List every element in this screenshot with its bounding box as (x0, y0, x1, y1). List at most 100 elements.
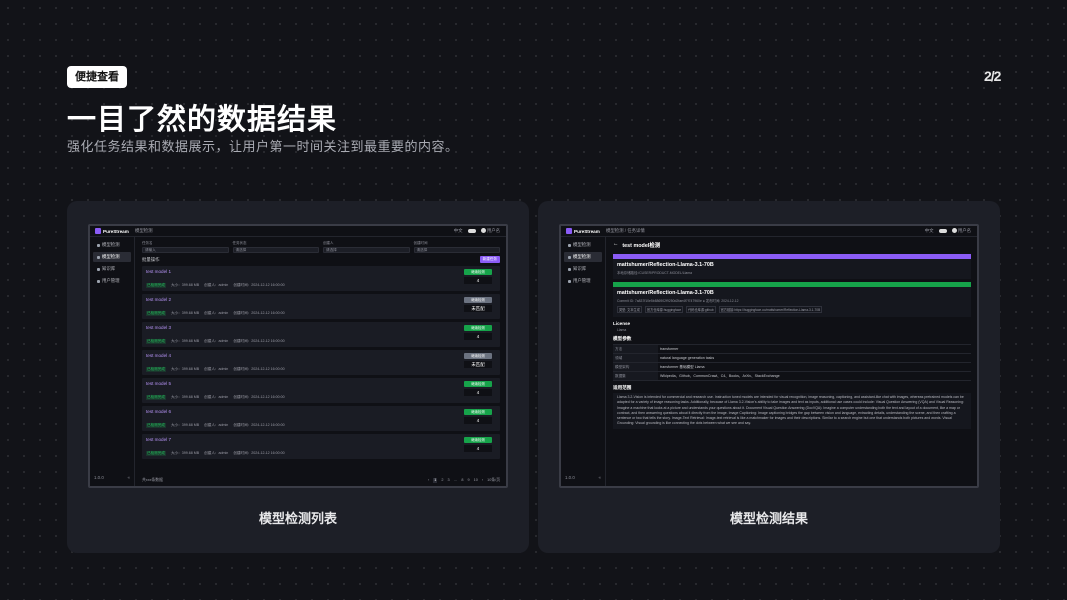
user-menu[interactable]: 用户名 (951, 228, 971, 234)
task-row[interactable]: test model 1 已检测完成 大小：399.68 MB 创建人：admin 创建… (142, 266, 500, 291)
task-row[interactable]: test model 7 已检测完成 大小：399.68 MB 创建人：admin 创建… (142, 434, 500, 459)
task-name[interactable]: test model 2 (146, 297, 496, 302)
book-icon (97, 267, 100, 271)
collapse-icon[interactable]: « (128, 475, 130, 480)
continue-button[interactable]: 继续检测 (464, 437, 492, 443)
prev-page-icon[interactable]: ‹ (428, 478, 429, 483)
continue-button[interactable]: 继续检测 (464, 381, 492, 387)
lang-switch[interactable]: 中文 (454, 228, 463, 234)
continue-button[interactable]: 继续检测 (464, 409, 492, 415)
sidebar: 模型检测 模型检测 知识库 用户管理 1.0.0 « (561, 237, 606, 486)
task-row[interactable]: test model 4 已检测完成 大小：399.68 MB 创建人：admin 创建… (142, 350, 500, 375)
match-count: 4 (464, 389, 492, 396)
task-name[interactable]: test model 3 (146, 325, 496, 330)
sidebar-item-users[interactable]: 用户管理 (564, 276, 602, 286)
logo-icon (95, 228, 101, 234)
page-number[interactable]: 1 (433, 478, 438, 483)
user-icon (97, 279, 100, 283)
task-creator: 创建人：admin (204, 283, 229, 287)
task-name[interactable]: test model 4 (146, 353, 496, 358)
user-menu[interactable]: 用户名 (480, 228, 500, 234)
filter-creator[interactable]: 创建人 请选择 (323, 241, 410, 253)
page-number[interactable]: 3 (447, 478, 449, 483)
task-size: 大小：399.68 MB (170, 451, 200, 455)
task-creator: 创建人：admin (204, 451, 229, 455)
task-time: 创建时间：2024-12-12 16:00:00 (233, 339, 285, 343)
match-count: 4 (464, 445, 492, 452)
task-creator: 创建人：admin (204, 395, 229, 399)
version: 1.0.0 (94, 475, 104, 480)
task-creator: 创建人：admin (204, 311, 229, 315)
sidebar-item-detect[interactable]: 模型检测 (564, 240, 602, 250)
match-count: 4 (464, 277, 492, 284)
task-row[interactable]: test model 5 已检测完成 大小：399.68 MB 创建人：admin 创建… (142, 378, 500, 403)
page-number[interactable]: 2 (441, 478, 443, 483)
page-size-select[interactable]: 10条/页 (487, 478, 500, 483)
scope-title: 适用范围 (613, 385, 632, 390)
sidebar-item-users[interactable]: 用户管理 (93, 276, 131, 286)
sidebar-item-detect[interactable]: 模型检测 (93, 240, 131, 250)
page-number[interactable]: 8 (461, 478, 463, 483)
page-number[interactable]: 10 (474, 478, 478, 483)
back-icon[interactable]: ← (613, 241, 618, 249)
page-number[interactable]: … (454, 478, 458, 483)
match-count: 未匹配 (464, 361, 492, 368)
task-size: 大小：399.68 MB (170, 423, 200, 427)
lang-switch[interactable]: 中文 (925, 228, 934, 234)
user-icon (568, 279, 571, 283)
task-list: test model 1 已检测完成 大小：399.68 MB 创建人：admin 创建… (142, 266, 500, 459)
sidebar-item-detect-active[interactable]: 模型检测 (93, 252, 131, 262)
section-tag: 便捷查看 (67, 66, 127, 88)
next-page-icon[interactable]: › (482, 478, 483, 483)
continue-button[interactable]: 继续检测 (464, 269, 492, 275)
task-row[interactable]: test model 2 已检测完成 大小：399.68 MB 创建人：admin 创建… (142, 294, 500, 319)
task-name[interactable]: test model 1 (146, 269, 496, 274)
caption-list: 模型检测列表 (258, 511, 337, 526)
continue-button[interactable]: 继续检测 (464, 297, 492, 303)
params-table: 方法 transformer 领域 natural language generat… (613, 344, 971, 381)
card-detail-preview: PureStream 模型检测 / 任务详情 中文 用户名 模型检测 模型检测 … (538, 201, 1000, 553)
new-task-button[interactable]: 新建任务 (479, 256, 500, 263)
model-icon (97, 255, 100, 259)
continue-button[interactable]: 继续检测 (464, 353, 492, 359)
bulk-actions[interactable]: 批量操作 (142, 257, 160, 263)
page-number[interactable]: 9 (468, 478, 470, 483)
model-icon (97, 243, 100, 247)
theme-toggle[interactable] (467, 229, 476, 233)
task-creator: 创建人：admin (204, 367, 229, 371)
license-value: Llama (617, 328, 627, 332)
filter-time[interactable]: 创建时间 请选择 (413, 241, 500, 253)
task-name[interactable]: test model 6 (146, 409, 496, 414)
app-topbar: PureStream 模型检测 / 任务详情 中文 用户名 (561, 226, 977, 237)
task-row[interactable]: test model 3 已检测完成 大小：399.68 MB 创建人：admin 创建… (142, 322, 500, 347)
status-badge: 已检测完成 (146, 423, 166, 428)
task-size: 大小：399.68 MB (170, 395, 200, 399)
tag-code[interactable]: 代码仓库源:github (686, 306, 716, 313)
pagination: 共xxx条数据 ‹ 1 2 3 … 8 9 10 › 10条/页 (142, 478, 500, 483)
task-size: 大小：399.68 MB (170, 339, 200, 343)
page-subtitle: 强化任务结果和数据展示，让用户第一时间关注到最重要的内容。 (67, 139, 459, 154)
status-badge: 已检测完成 (146, 339, 166, 344)
sidebar: 模型检测 模型检测 知识库 用户管理 1.0.0 « (90, 237, 135, 486)
card-list-preview: PureStream 模型检测 中文 用户名 模型检测 模型检测 知识库 用户管… (67, 201, 529, 553)
task-row[interactable]: test model 6 已检测完成 大小：399.68 MB 创建人：admin 创建… (142, 406, 500, 431)
model-icon (568, 243, 571, 247)
version: 1.0.0 (565, 475, 575, 480)
continue-button[interactable]: 继续检测 (464, 325, 492, 331)
app-topbar: PureStream 模型检测 中文 用户名 (90, 226, 506, 237)
sidebar-item-knowledge[interactable]: 知识库 (93, 264, 131, 274)
theme-toggle[interactable] (938, 229, 947, 233)
task-name[interactable]: test model 7 (146, 437, 496, 442)
sidebar-item-detect-active[interactable]: 模型检测 (564, 252, 602, 262)
sidebar-item-knowledge[interactable]: 知识库 (564, 264, 602, 274)
status-badge: 已检测完成 (146, 451, 166, 456)
book-icon (568, 267, 571, 271)
collapse-icon[interactable]: « (599, 475, 601, 480)
scope-text: Llama 3.2-Vision is intended for commerc… (613, 393, 971, 429)
task-name[interactable]: test model 5 (146, 381, 496, 386)
tag-link[interactable]: 官方链接:https://huggingface.co/mattshumer/R… (718, 306, 823, 313)
filter-name[interactable]: 任务名 请输入 (142, 241, 229, 253)
tag-source[interactable]: 官方仓库源:huggingface (644, 306, 684, 313)
match-count: 4 (464, 333, 492, 340)
filter-status[interactable]: 任务状态 请选择 (232, 241, 319, 253)
